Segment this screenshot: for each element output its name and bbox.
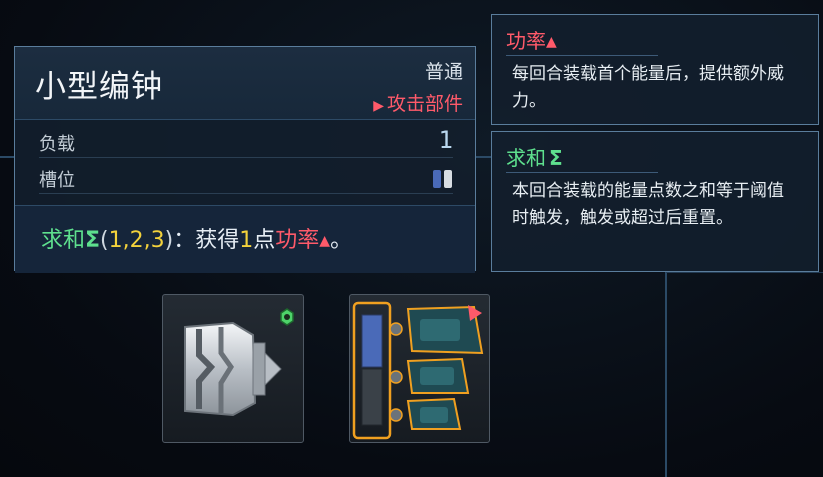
type-arrow-icon: ▶ xyxy=(373,98,384,114)
effect-paren-close: ) xyxy=(164,228,174,253)
card-header: 小型编钟 普通 ▶ 攻击部件 xyxy=(15,47,475,120)
effect-row: 求和Σ(1,2,3)：获得1点功率▲。 xyxy=(15,205,475,273)
stat-row-slot: 槽位 xyxy=(39,163,453,194)
item-rarity: 普通 xyxy=(424,61,463,83)
effect-power: 功率 xyxy=(275,228,320,253)
item-name: 小型编钟 xyxy=(35,69,163,105)
tooltip-power-title: 功率▲ xyxy=(506,25,557,54)
sigma-icon: Σ xyxy=(549,146,563,170)
effect-paren-open: ( xyxy=(100,228,109,253)
tooltip-sum: 求和 Σ 本回合装载的能量点数之和等于阈值时触发，触发或超过后重置。 xyxy=(491,131,819,272)
effect-amount: 1 xyxy=(239,228,254,253)
bg-frame-line xyxy=(476,156,491,158)
slot-label: 槽位 xyxy=(39,170,75,191)
tooltip-power-body: 每回合装载首个能量后，提供额外威力。 xyxy=(512,64,784,111)
tooltip-power-title-text: 功率 xyxy=(506,29,546,53)
tooltip-power: 功率▲ 每回合装载首个能量后，提供额外威力。 xyxy=(491,14,819,125)
effect-unit: 点 xyxy=(253,228,276,253)
item-detail-card: 小型编钟 普通 ▶ 攻击部件 负载 1 槽位 求和Σ(1,2,3)：获得1点功率▲… xyxy=(14,46,476,273)
slot-pip-blue xyxy=(433,170,441,188)
load-label: 负载 xyxy=(39,134,75,155)
item-slot-bell[interactable] xyxy=(162,294,304,443)
effect-end: 。 xyxy=(330,228,353,253)
bell-item-icon xyxy=(184,308,294,417)
slot-pip-white xyxy=(444,170,452,188)
item-type-label: 攻击部件 xyxy=(386,93,463,115)
tooltip-divider xyxy=(506,55,658,56)
threshold-2: 2 xyxy=(129,228,144,253)
bg-frame-line xyxy=(666,272,823,273)
power-crown-icon: ▲ xyxy=(319,233,331,249)
load-value: 1 xyxy=(438,126,453,154)
bg-frame-line xyxy=(0,156,14,158)
threshold-1: 1 xyxy=(108,228,123,253)
item-slot-weapon-module[interactable] xyxy=(349,294,490,443)
effect-comma: , xyxy=(122,228,130,253)
bg-frame-line xyxy=(665,272,667,477)
tooltip-divider xyxy=(506,172,658,173)
item-type: ▶ 攻击部件 xyxy=(373,89,463,116)
tooltip-sum-title: 求和 Σ xyxy=(506,142,563,171)
effect-gain: 获得 xyxy=(195,228,240,253)
effect-colon: ： xyxy=(173,228,196,253)
power-crown-icon: ▲ xyxy=(546,34,557,50)
tooltip-sum-title-text: 求和 xyxy=(506,146,546,170)
tooltip-sum-body: 本回合装载的能量点数之和等于阈值时触发，触发或超过后重置。 xyxy=(512,181,784,228)
effect-keyword: 求和 xyxy=(41,228,86,253)
threshold-3: 3 xyxy=(150,228,165,253)
weapon-module-icon xyxy=(352,301,484,440)
sigma-icon: Σ xyxy=(85,228,101,253)
stat-row-load: 负载 1 xyxy=(39,126,453,158)
effect-comma: , xyxy=(143,228,151,253)
effect-text: 求和Σ(1,2,3)：获得1点功率▲。 xyxy=(41,222,352,254)
